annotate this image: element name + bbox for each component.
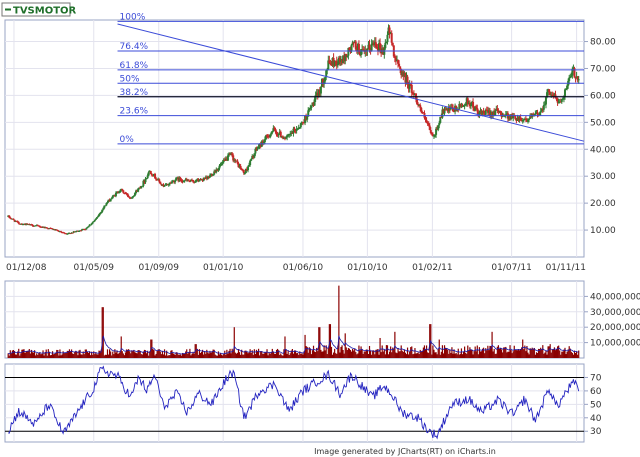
candle-body: [109, 199, 112, 202]
fib-level-label: 61.8%: [120, 61, 149, 71]
candle-body: [250, 159, 253, 161]
price-y-tick-label: 80.00: [590, 38, 616, 48]
candle-body: [577, 79, 580, 81]
price-y-tick-label: 60.00: [590, 91, 616, 101]
price-x-tick-label: 01/01/10: [203, 263, 244, 273]
chart-stage: TVSMOTOR 10.00 20.00 30.00 40.00 50.00 60.00 7…: [0, 0, 640, 457]
candle-body: [350, 44, 353, 51]
price-x-tick-label: 01/10/10: [347, 263, 388, 273]
candle-body: [147, 172, 150, 176]
candle-body: [198, 180, 201, 182]
price-x-tick-label: 01/05/09: [74, 263, 115, 273]
price-y-tick-label: 50.00: [590, 118, 616, 128]
candle-body: [306, 116, 309, 120]
price-y-tick-label: 30.00: [590, 172, 616, 182]
candle-body: [386, 34, 389, 43]
candle-body: [494, 110, 497, 116]
candle-body: [163, 185, 166, 187]
candle-body: [398, 63, 401, 67]
candle-body: [563, 89, 566, 98]
candle-body: [158, 179, 161, 182]
candle-body: [170, 181, 173, 184]
candle-body: [310, 106, 313, 108]
fib-level-label: 50%: [120, 74, 140, 84]
chart-canvas: TVSMOTOR 10.00 20.00 30.00 40.00 50.00 60.00 7…: [0, 0, 640, 457]
rsi-y-tick-label: 40: [590, 414, 602, 424]
price-x-axis: 01/12/08 01/05/09 01/09/09 01/01/10 01/06/10…: [6, 263, 586, 273]
volume-y-tick-label: 30,000,000: [590, 308, 640, 318]
fib-level-label: 0%: [120, 135, 135, 145]
footer-credit: Image generated by JCharts(RT) on iChart…: [314, 447, 496, 456]
candle-body: [390, 33, 393, 43]
candle-body: [122, 190, 125, 193]
price-y-tick-label: 10.00: [590, 226, 616, 236]
rsi-y-tick-label: 60: [590, 387, 602, 397]
candle-body: [91, 222, 94, 224]
price-x-tick-label: 01/09/09: [139, 263, 180, 273]
candle-body: [150, 173, 153, 176]
price-y-tick-label: 70.00: [590, 64, 616, 74]
ticker-badge: TVSMOTOR: [1, 2, 77, 17]
rsi-y-tick-label: 70: [590, 373, 602, 383]
fib-level-label: 100%: [120, 12, 146, 22]
candle-body: [528, 118, 531, 120]
candle-body: [319, 86, 322, 94]
price-x-tick-label: 01/02/11: [412, 263, 452, 273]
candle-body: [87, 226, 90, 228]
ticker-label: TVSMOTOR: [13, 6, 77, 17]
rsi-y-tick-label: 50: [590, 400, 602, 410]
volume-y-tick-label: 40,000,000: [590, 292, 640, 302]
candle-body: [384, 42, 387, 49]
candle-body: [12, 218, 15, 220]
fib-level-label: 76.4%: [120, 42, 149, 52]
candle-body: [247, 166, 250, 171]
candle-body: [391, 42, 394, 46]
fib-level-label: 23.6%: [120, 107, 149, 117]
price-y-tick-label: 40.00: [590, 145, 616, 155]
rsi-y-tick-label: 30: [590, 427, 602, 437]
candle-body: [542, 105, 545, 110]
price-x-tick-label: 01/07/11: [491, 263, 531, 273]
price-x-tick-label: 01/12/08: [6, 263, 47, 273]
candle-body: [159, 181, 162, 184]
price-x-tick-label: 01/11/11: [546, 263, 586, 273]
candle-body: [536, 112, 539, 115]
candle-body: [95, 217, 98, 219]
candle-body: [249, 160, 252, 166]
volume-y-tick-label: 10,000,000: [590, 339, 640, 349]
candle-body: [17, 222, 20, 224]
price-x-tick-label: 01/06/10: [283, 263, 324, 273]
price-y-tick-label: 20.00: [590, 199, 616, 209]
volume-y-tick-label: 20,000,000: [590, 323, 640, 333]
